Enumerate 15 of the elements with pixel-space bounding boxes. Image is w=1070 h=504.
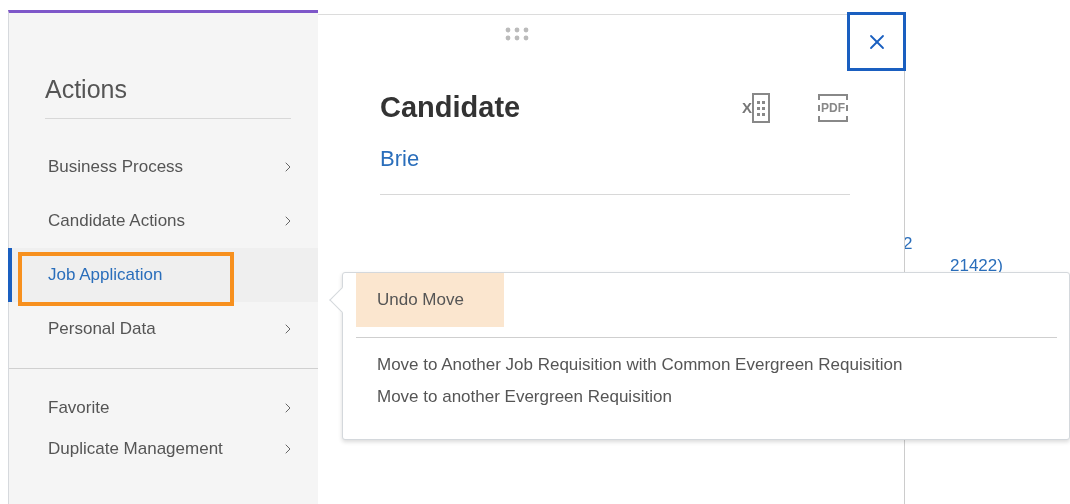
menu-item[interactable]: Business Process (8, 140, 318, 194)
text-fragment: 21422) (950, 256, 1003, 276)
candidate-name-link[interactable]: Brie (380, 146, 904, 172)
submenu-item[interactable]: Undo Move (356, 273, 504, 327)
menu-item[interactable]: Favorite (8, 387, 318, 428)
card-title: Candidate (380, 91, 522, 124)
menu-item[interactable]: Personal Data (8, 302, 318, 356)
menu-item[interactable]: Duplicate Management (8, 428, 318, 469)
submenu-item[interactable]: Move to Another Job Requisition with Common Evergreen Requisition (356, 352, 903, 378)
drag-handle-icon[interactable] (504, 27, 530, 41)
submenu-item[interactable]: Move to another Evergreen Requisition (356, 384, 672, 410)
close-button[interactable] (847, 12, 906, 71)
panel-title: Actions (45, 75, 291, 119)
pdf-export-button[interactable]: PDF (818, 93, 848, 122)
menu-item[interactable]: Candidate Actions (8, 194, 318, 248)
